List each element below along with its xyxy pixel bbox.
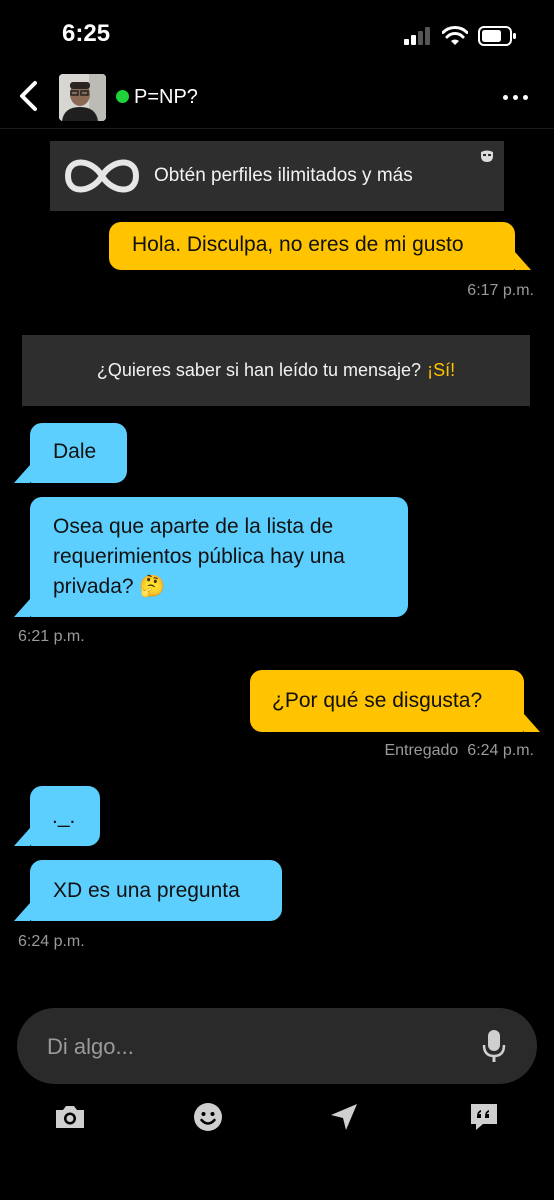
message-text: Dale <box>53 440 97 463</box>
promo-banner[interactable]: Obtén perfiles ilimitados y más <box>50 141 504 211</box>
message-bubble-incoming[interactable]: XD es una pregunta <box>30 860 282 921</box>
bubble-tail <box>14 828 30 846</box>
read-receipt-yes-link[interactable]: ¡Sí! <box>427 360 455 381</box>
avatar[interactable] <box>59 74 106 121</box>
message-text: Osea que aparte de la lista de requerimi… <box>53 515 345 598</box>
bubble-tail <box>14 599 30 617</box>
emoji-button[interactable] <box>190 1101 226 1133</box>
read-receipt-question: ¿Quieres saber si han leído tu mensaje? <box>96 360 422 380</box>
message-text: ._. <box>52 805 76 828</box>
chevron-left-icon <box>20 81 37 111</box>
message-input[interactable] <box>45 1028 449 1066</box>
location-button[interactable] <box>326 1101 362 1133</box>
message-bubble-incoming[interactable]: Osea que aparte de la lista de requerimi… <box>30 497 408 617</box>
message-timestamp: 6:24 p.m. <box>467 742 534 759</box>
bubble-tail <box>14 903 30 921</box>
message-timestamp: 6:21 p.m. <box>18 628 85 645</box>
message-text: XD es una pregunta <box>53 879 240 902</box>
signal-icon <box>404 27 430 45</box>
header-divider <box>0 128 554 129</box>
message-timestamp: 6:17 p.m. <box>467 282 534 299</box>
camera-button[interactable] <box>52 1101 88 1133</box>
location-icon <box>331 1104 357 1130</box>
promo-text: Obtén perfiles ilimitados y más <box>154 165 413 186</box>
camera-icon <box>56 1106 84 1128</box>
message-bubble-incoming[interactable]: Dale <box>30 423 127 483</box>
message-composer <box>17 1008 537 1084</box>
message-bubble-incoming[interactable]: ._. <box>30 786 100 846</box>
emoji-icon <box>194 1103 222 1131</box>
bubble-tail <box>515 252 531 270</box>
battery-icon <box>478 26 516 46</box>
online-status-dot <box>116 90 129 103</box>
quick-replies-button[interactable] <box>466 1101 502 1133</box>
message-bubble-outgoing[interactable]: ¿Por qué se disgusta? <box>250 670 524 732</box>
avatar-image <box>59 74 106 121</box>
status-icons <box>404 26 516 46</box>
delivery-status: Entregado <box>384 742 459 759</box>
read-receipt-banner: ¿Quieres saber si han leído tu mensaje? … <box>22 335 530 406</box>
back-button[interactable] <box>10 76 46 116</box>
more-dot <box>502 94 508 100</box>
infinity-icon <box>50 141 154 211</box>
more-options-button[interactable] <box>498 84 532 110</box>
grindr-mask-icon <box>481 150 493 162</box>
more-dot <box>512 94 518 100</box>
message-text: Hola. Disculpa, no eres de mi gusto <box>132 233 464 256</box>
message-meta: Entregado 6:24 p.m. <box>384 742 534 760</box>
more-dot <box>522 94 528 100</box>
message-timestamp: 6:24 p.m. <box>18 933 85 950</box>
status-time: 6:25 <box>62 20 111 47</box>
microphone-icon[interactable] <box>481 1028 507 1064</box>
quick-replies-icon <box>471 1104 497 1130</box>
bubble-tail <box>524 714 540 732</box>
contact-name[interactable]: P=NP? <box>134 86 198 109</box>
message-bubble-outgoing[interactable]: Hola. Disculpa, no eres de mi gusto <box>109 222 515 270</box>
wifi-icon <box>442 26 468 45</box>
bubble-tail <box>14 465 30 483</box>
message-text: ¿Por qué se disgusta? <box>272 689 483 712</box>
